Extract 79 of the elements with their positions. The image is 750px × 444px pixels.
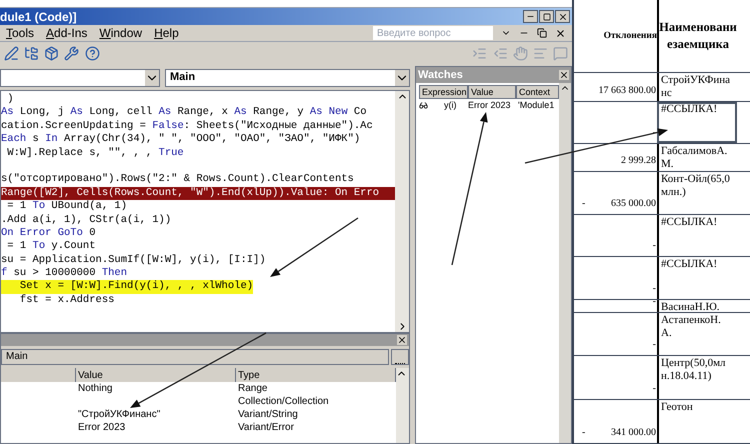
help-icon[interactable] [83, 44, 102, 64]
more-button[interactable] [391, 349, 409, 365]
deviation-cell-text: 635 000.00 [611, 197, 656, 211]
code-line: = 1 To UBound(a, 1) [6, 200, 128, 214]
name-cell[interactable]: #ССЫЛКА! [659, 102, 737, 116]
name-cell[interactable]: Центр(50,0млн.18.04.11) [659, 356, 737, 383]
procedure-field: Main [1, 349, 389, 365]
deviation-cell-text: 341 000.00 [611, 426, 656, 440]
code-line: W:W].Replace s, "", , , True [6, 146, 185, 160]
deviation-cell-text: - [652, 382, 656, 396]
menu-item[interactable]: Add-Ins [40, 24, 94, 42]
column-heading: Наименованиезаемщика [659, 19, 737, 53]
deviation-cell-text: - [652, 239, 656, 253]
scrollbar[interactable] [396, 368, 409, 443]
menu-item[interactable]: Help [148, 24, 185, 42]
name-cell[interactable]: АстапенкоН.А. [659, 313, 737, 340]
code-line: ) [6, 93, 15, 106]
type-cell: Variant/Error [238, 422, 294, 433]
scrollbar[interactable] [559, 83, 571, 443]
type-cell: Variant/String [238, 409, 298, 420]
column-header[interactable]: Value [76, 368, 236, 382]
box-icon[interactable] [42, 44, 61, 64]
deviation-cell-text: - [652, 295, 656, 309]
code-line: f su > 10000000 Then [1, 267, 128, 280]
sign-text: - [582, 426, 586, 440]
column-header[interactable]: Expression [419, 85, 468, 99]
deviation-cell-text: - [652, 282, 656, 296]
name-cell[interactable]: СтройУКФинанс [659, 73, 737, 100]
value-cell: Nothing [78, 383, 112, 394]
name-cell[interactable]: Геотон [659, 400, 737, 414]
deviation-cell-text: 17 663 800.00 [598, 84, 656, 98]
name-cell[interactable]: #ССЫЛКА! [659, 215, 737, 229]
name-cell[interactable]: Конт-Ойл(65,0млн.) [659, 172, 737, 199]
menu-item[interactable]: Tools [0, 24, 40, 42]
column-header[interactable]: Value [468, 85, 516, 99]
close-icon [558, 12, 568, 22]
maximize-icon [542, 12, 550, 20]
deviation-cell-text: 2 999.28 [621, 154, 656, 168]
code-line: s("отсортировано").Rows("2:" & Rows.Count).ClearContents [1, 173, 355, 187]
code-line: su = Application.SumIf([W:W], y(i), [I:I]) [1, 254, 267, 267]
panel-title: Watches [418, 68, 463, 83]
caret-icon [395, 70, 409, 86]
window-title: dule1 (Code)] [0, 10, 77, 22]
question-field[interactable]: Введите вопрос [373, 26, 493, 40]
value-cell: Error 2023 [468, 100, 511, 110]
name-cell[interactable]: ВасинаН.Ю. [659, 300, 737, 314]
value-cell: "СтройУКФинанс" [78, 409, 160, 420]
close-button[interactable] [555, 10, 570, 23]
wrench-icon[interactable] [62, 44, 82, 64]
close-icon[interactable] [397, 335, 407, 345]
code-line: fst = x.Address [18, 294, 116, 308]
expression-cell: y(i) [444, 100, 456, 110]
type-cell: Range [238, 383, 268, 394]
close-icon[interactable] [559, 70, 569, 80]
value-cell: Error 2023 [78, 422, 126, 433]
code-line: On Error GoTo 0 [1, 226, 97, 240]
maximize-button[interactable] [539, 10, 554, 23]
sign-text: - [582, 197, 586, 211]
deviation-cell-text: - [652, 338, 656, 352]
watch-icon [419, 101, 428, 110]
close-icon[interactable] [555, 28, 566, 38]
code-line: Each s In Array(Chr(34), " ", "ООО", "ОАО", "ЗАО", "ИФК") [1, 133, 362, 147]
object-combo[interactable] [0, 68, 160, 86]
code-line: .Add a(i, 1), CStr(a(i, 1)) [1, 214, 172, 227]
type-cell: Collection/Collection [238, 396, 329, 407]
code-line: As Long, j As Long, cell As Range, x As Range, y As New Co [1, 106, 368, 120]
minimize-button[interactable] [523, 10, 538, 23]
menu-item[interactable]: Window [93, 24, 148, 42]
procedure-combo[interactable]: Main [165, 68, 410, 86]
scrollbar[interactable] [395, 91, 409, 332]
caret-icon [145, 70, 159, 86]
code-line: = 1 To y.Count [6, 240, 97, 254]
column-heading: Отклонения [604, 30, 657, 43]
context-cell: 'Module1 [518, 100, 554, 110]
name-cell[interactable]: ГабсалимовА.М. [659, 144, 737, 171]
restore-icon[interactable] [537, 28, 547, 38]
code-line: cation.ScreenUpdating = False: Sheets("Исходные данные").Ac [1, 120, 374, 133]
name-cell[interactable]: #ССЫЛКА! [659, 257, 737, 271]
column-header[interactable]: Context [516, 85, 559, 99]
